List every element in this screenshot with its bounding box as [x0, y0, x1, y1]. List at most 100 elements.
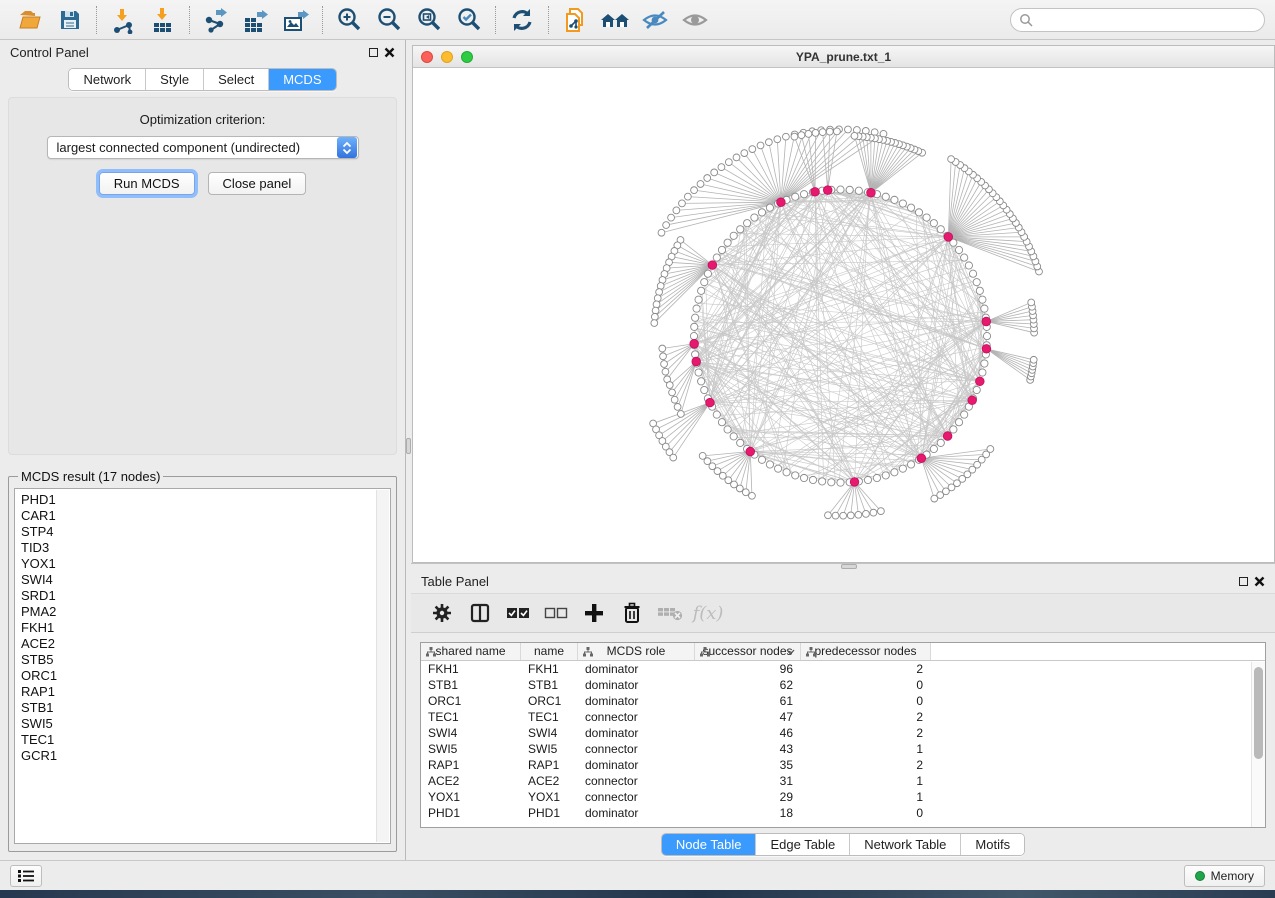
- mcds-list-scrollbar[interactable]: [376, 490, 389, 842]
- table-cell: 1: [801, 773, 931, 789]
- desktop-background: [0, 890, 1275, 898]
- mcds-result-item[interactable]: ORC1: [21, 668, 390, 684]
- import-table-button[interactable]: [143, 3, 183, 37]
- refresh-button[interactable]: [502, 3, 542, 37]
- run-mcds-button[interactable]: Run MCDS: [99, 172, 195, 195]
- column-header-shared-name[interactable]: shared name: [421, 643, 521, 660]
- column-header-MCDS-role[interactable]: MCDS role: [578, 643, 695, 660]
- first-neighbors-button[interactable]: [595, 3, 635, 37]
- splitter-handle[interactable]: [841, 564, 857, 569]
- table-cell: 29: [695, 789, 801, 805]
- tab-node-table[interactable]: Node Table: [662, 834, 756, 855]
- mcds-result-item[interactable]: TID3: [21, 540, 390, 556]
- mcds-result-item[interactable]: SRD1: [21, 588, 390, 604]
- table-row[interactable]: TEC1TEC1connector472: [421, 709, 1265, 725]
- splitter-handle[interactable]: [406, 438, 411, 454]
- delete-button[interactable]: [615, 597, 649, 629]
- mcds-result-item[interactable]: GCR1: [21, 748, 390, 764]
- mcds-result-item[interactable]: PMA2: [21, 604, 390, 620]
- zoom-fit-button[interactable]: [409, 3, 449, 37]
- table-row[interactable]: RAP1RAP1dominator352: [421, 757, 1265, 773]
- mcds-result-item[interactable]: CAR1: [21, 508, 390, 524]
- table-row[interactable]: PHD1PHD1dominator180: [421, 805, 1265, 821]
- table-cell: dominator: [578, 677, 695, 693]
- table-row[interactable]: YOX1YOX1connector291: [421, 789, 1265, 805]
- table-row[interactable]: FKH1FKH1dominator962: [421, 661, 1265, 677]
- close-panel-icon[interactable]: [1254, 576, 1265, 587]
- select-all-button[interactable]: [501, 597, 535, 629]
- float-panel-icon[interactable]: [1239, 577, 1248, 586]
- tab-select[interactable]: Select: [203, 69, 268, 90]
- table-cell: ACE2: [421, 773, 521, 789]
- function-builder-button[interactable]: f(x): [691, 597, 725, 629]
- close-panel-button[interactable]: Close panel: [208, 172, 307, 195]
- export-image-button[interactable]: [276, 3, 316, 37]
- zoom-fit-icon: [416, 6, 443, 33]
- hide-selected-button[interactable]: [635, 3, 675, 37]
- horizontal-splitter[interactable]: [411, 563, 1275, 569]
- network-canvas[interactable]: [413, 68, 1274, 562]
- main-toolbar: [0, 0, 1275, 40]
- save-session-button[interactable]: [50, 3, 90, 37]
- mcds-result-item[interactable]: YOX1: [21, 556, 390, 572]
- clone-network-button[interactable]: [555, 3, 595, 37]
- show-all-button[interactable]: [675, 3, 715, 37]
- vertical-splitter[interactable]: [405, 40, 411, 860]
- search-field[interactable]: [1010, 8, 1265, 32]
- deselect-all-button[interactable]: [539, 597, 573, 629]
- task-history-button[interactable]: [10, 865, 42, 887]
- toolbar-separator: [96, 6, 97, 34]
- column-header-predecessor-nodes[interactable]: predecessor nodes: [801, 643, 931, 660]
- table-cell: YOX1: [421, 789, 521, 805]
- tab-style[interactable]: Style: [145, 69, 203, 90]
- mcds-result-item[interactable]: STB5: [21, 652, 390, 668]
- add-column-button[interactable]: [577, 597, 611, 629]
- delete-table-button[interactable]: [653, 597, 687, 629]
- column-header-successor-nodes[interactable]: successor nodes: [695, 643, 801, 660]
- table-row[interactable]: ACE2ACE2connector311: [421, 773, 1265, 789]
- float-panel-icon[interactable]: [369, 48, 378, 57]
- mcds-result-item[interactable]: TEC1: [21, 732, 390, 748]
- mcds-result-list[interactable]: PHD1CAR1STP4TID3YOX1SWI4SRD1PMA2FKH1ACE2…: [14, 488, 391, 844]
- mcds-result-item[interactable]: RAP1: [21, 684, 390, 700]
- tab-motifs[interactable]: Motifs: [960, 834, 1024, 855]
- table-row[interactable]: ORC1ORC1dominator610: [421, 693, 1265, 709]
- mcds-result-item[interactable]: STB1: [21, 700, 390, 716]
- tab-mcds[interactable]: MCDS: [268, 69, 335, 90]
- show-columns-button[interactable]: [463, 597, 497, 629]
- table-cell: PHD1: [421, 805, 521, 821]
- table-cell: dominator: [578, 757, 695, 773]
- mcds-result-item[interactable]: SWI4: [21, 572, 390, 588]
- table-row[interactable]: SWI5SWI5connector431: [421, 741, 1265, 757]
- table-cell: 0: [801, 677, 931, 693]
- mcds-result-item[interactable]: STP4: [21, 524, 390, 540]
- table-row[interactable]: STB1STB1dominator620: [421, 677, 1265, 693]
- zoom-in-button[interactable]: [329, 3, 369, 37]
- table-row[interactable]: SWI4SWI4dominator462: [421, 725, 1265, 741]
- plus-icon: [584, 603, 604, 623]
- mcds-result-item[interactable]: SWI5: [21, 716, 390, 732]
- mcds-result-item[interactable]: ACE2: [21, 636, 390, 652]
- mcds-result-item[interactable]: FKH1: [21, 620, 390, 636]
- column-header-name[interactable]: name: [521, 643, 578, 660]
- mcds-result-item[interactable]: PHD1: [21, 492, 390, 508]
- export-table-button[interactable]: [236, 3, 276, 37]
- scrollbar-thumb[interactable]: [1254, 667, 1263, 759]
- open-file-button[interactable]: [10, 3, 50, 37]
- search-input[interactable]: [1038, 13, 1256, 27]
- houses-icon: [599, 6, 631, 34]
- zoom-selected-button[interactable]: [449, 3, 489, 37]
- close-panel-icon[interactable]: [384, 47, 395, 58]
- import-network-button[interactable]: [103, 3, 143, 37]
- table-scrollbar[interactable]: [1251, 662, 1265, 827]
- table-settings-button[interactable]: [425, 597, 459, 629]
- table-panel: Table Panel f(x) shared namenameMC: [411, 569, 1275, 860]
- tab-edge-table[interactable]: Edge Table: [755, 834, 849, 855]
- memory-button[interactable]: Memory: [1184, 865, 1265, 887]
- tab-network-table[interactable]: Network Table: [849, 834, 960, 855]
- zoom-out-button[interactable]: [369, 3, 409, 37]
- export-network-button[interactable]: [196, 3, 236, 37]
- optimization-criterion-select[interactable]: largest connected component (undirected): [47, 136, 359, 159]
- tab-network[interactable]: Network: [69, 69, 145, 90]
- checked-boxes-icon: [506, 605, 530, 621]
